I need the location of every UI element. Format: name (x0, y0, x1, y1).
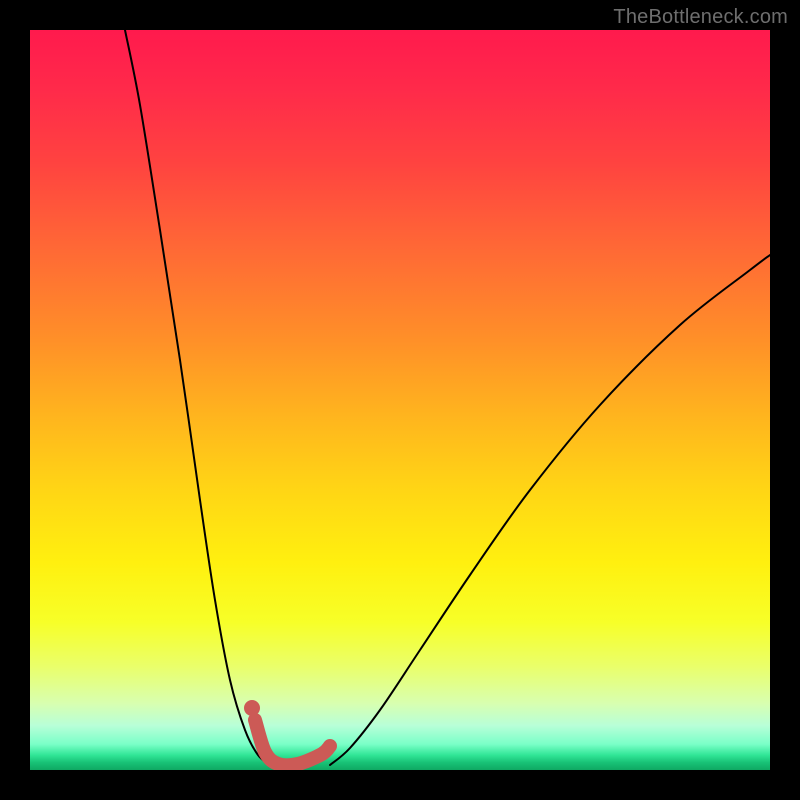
chart-svg (30, 30, 770, 770)
curve-left-branch (125, 30, 270, 765)
curve-right-branch (330, 255, 770, 765)
trough-start-dot (244, 700, 260, 716)
watermark-text: TheBottleneck.com (613, 6, 788, 29)
curve-trough-highlight (255, 720, 330, 765)
chart-plot-area (30, 30, 770, 770)
